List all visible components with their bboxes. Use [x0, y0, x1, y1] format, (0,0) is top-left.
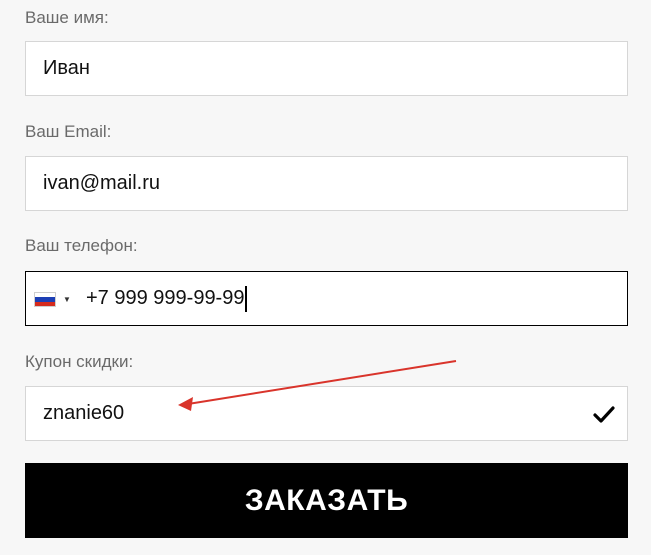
chevron-down-icon[interactable]: ▼: [63, 295, 71, 304]
phone-field-value: +7 999 999-99-99: [86, 272, 248, 325]
name-label: Ваше имя:: [25, 8, 109, 27]
text-cursor: [245, 285, 248, 312]
email-field[interactable]: ivan@mail.ru: [25, 156, 628, 211]
phone-field[interactable]: ▼ +7 999 999-99-99: [25, 271, 628, 326]
coupon-label: Купон скидки:: [25, 352, 134, 371]
email-label: Ваш Email:: [25, 122, 112, 141]
check-icon: [593, 406, 615, 423]
coupon-field-value: znanie60: [43, 402, 125, 424]
russia-flag-icon[interactable]: [34, 292, 56, 307]
order-button[interactable]: ЗАКАЗАТЬ: [25, 463, 628, 538]
coupon-field[interactable]: znanie60: [25, 386, 628, 441]
phone-number-text: +7 999 999-99-99: [86, 287, 245, 309]
phone-label: Ваш телефон:: [25, 236, 138, 255]
name-field[interactable]: Иван: [25, 41, 628, 96]
name-field-value: Иван: [43, 57, 90, 79]
email-field-value: ivan@mail.ru: [43, 172, 161, 194]
